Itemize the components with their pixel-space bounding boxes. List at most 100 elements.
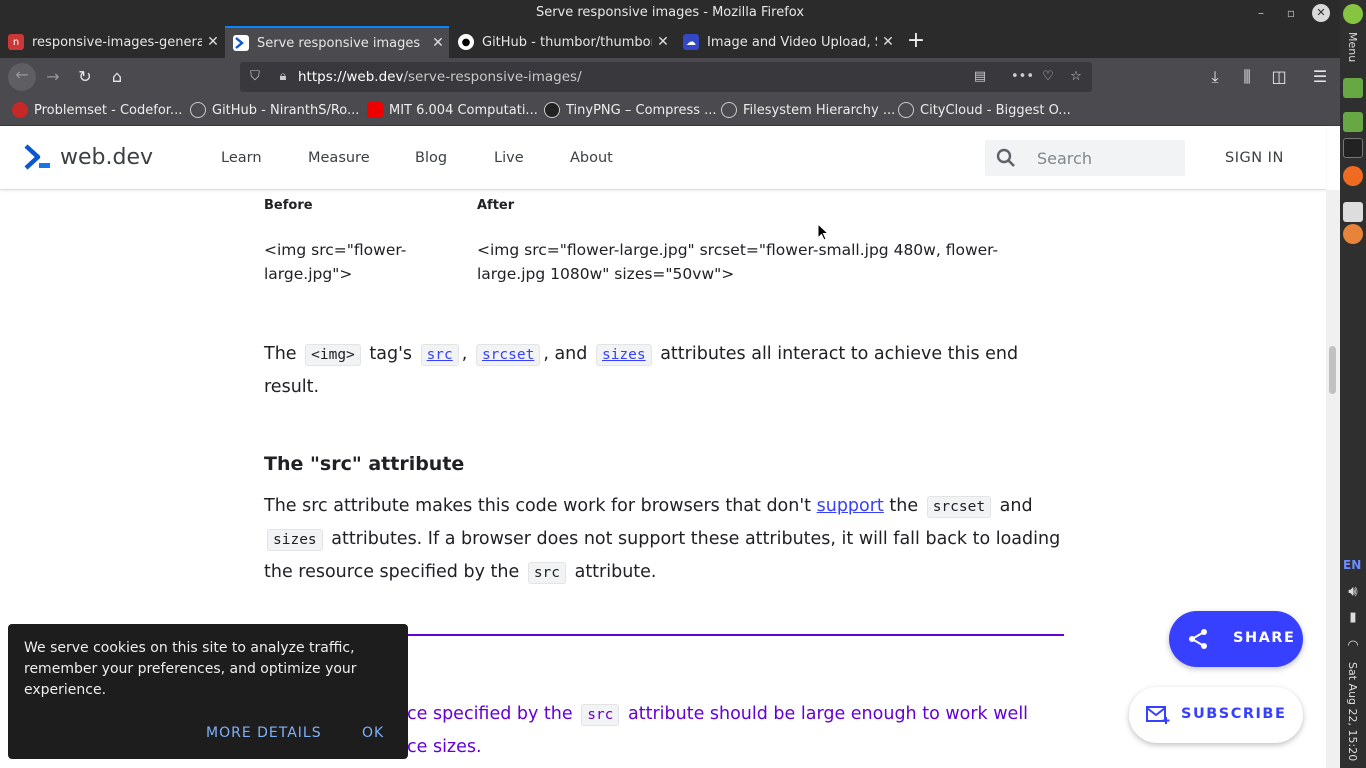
desktop-panel: Menu EN 🔊︎ ▮ ◠ Sat Aug 22, 15:20 [1340, 0, 1366, 768]
volume-icon[interactable]: 🔊︎ [1343, 582, 1363, 602]
site-header: web.dev Learn Measure Blog Live About Se… [0, 126, 1326, 190]
battery-icon[interactable]: ▮ [1343, 610, 1363, 630]
share-label: SHARE [1233, 630, 1296, 646]
home-button[interactable]: ⌂ [105, 65, 129, 89]
bookmark-mit-6004[interactable]: MIT 6.004 Computati... [367, 102, 538, 118]
window-list-icon[interactable] [1343, 202, 1363, 222]
paragraph-attributes: The <img> tag's src, srcset, and sizes a… [264, 344, 1019, 397]
share-button[interactable]: SHARE [1169, 611, 1303, 667]
close-window-icon[interactable]: ✕ [1312, 4, 1330, 22]
tab-close-icon[interactable]: ✕ [427, 35, 449, 51]
code-srcset: srcset [926, 496, 992, 518]
address-bar[interactable]: ⛉ 🔒︎ https://web.dev/serve-responsive-im… [240, 62, 1092, 92]
search-icon [996, 148, 1015, 167]
tab-close-icon[interactable]: ✕ [877, 34, 899, 50]
tab-label: GitHub - thumbor/thumbor [482, 34, 652, 50]
code-src: src [581, 704, 620, 726]
firefox-icon[interactable] [1343, 166, 1363, 186]
table-header-before: Before [264, 198, 313, 213]
shield-icon[interactable]: ⛉ [246, 68, 264, 86]
terminal-icon[interactable] [1343, 138, 1363, 158]
bookmark-github-niranths[interactable]: GitHub - NiranthS/Ro... [190, 102, 359, 118]
bookmark-label: MIT 6.004 Computati... [389, 102, 538, 118]
tab-responsive-images-generator[interactable]: n responsive-images-generat ✕ [0, 26, 224, 58]
pocket-icon[interactable]: ♡ [1039, 68, 1057, 86]
files-icon[interactable] [1343, 112, 1363, 132]
tab-image-video-upload[interactable]: ☁ Image and Video Upload, S ✕ [675, 26, 899, 58]
share-icon [1189, 629, 1207, 649]
downloads-icon[interactable]: ⤓ [1203, 65, 1227, 89]
nav-measure[interactable]: Measure [308, 150, 370, 166]
link-sizes[interactable]: sizes [595, 344, 652, 366]
webdev-logo[interactable]: web.dev [24, 144, 153, 170]
bookmark-label: Problemset - Codefor... [34, 102, 183, 118]
keyboard-layout[interactable]: EN [1343, 558, 1361, 572]
folder-icon[interactable] [1343, 78, 1363, 98]
table-header-after: After [477, 198, 515, 213]
support-link[interactable]: support [817, 496, 884, 516]
codeforces-icon [12, 102, 28, 118]
lock-icon[interactable]: 🔒︎ [274, 68, 292, 86]
search-input[interactable]: Search [985, 140, 1185, 176]
bookmarks-toolbar: Problemset - Codefor... GitHub - Niranth… [0, 96, 1340, 126]
tab-close-icon[interactable]: ✕ [652, 34, 674, 50]
code-sizes: sizes [267, 529, 323, 551]
scrollbar-thumb[interactable] [1329, 346, 1336, 394]
mail-icon [1146, 706, 1170, 724]
nav-live[interactable]: Live [494, 150, 524, 166]
bookmark-tinypng[interactable]: TinyPNG – Compress ... [544, 102, 717, 118]
maximize-icon[interactable]: ▫ [1282, 4, 1300, 22]
globe-icon [898, 102, 914, 118]
page-scrollbar[interactable] [1326, 190, 1340, 768]
tab-strip: n responsive-images-generat ✕ Serve resp… [0, 26, 1340, 58]
heading-src-attribute: The "src" attribute [264, 453, 465, 475]
webdev-icon [233, 35, 249, 51]
tab-close-icon[interactable]: ✕ [202, 34, 224, 50]
forward-button[interactable]: → [41, 65, 65, 89]
reload-button[interactable]: ↻ [73, 65, 97, 89]
nav-about[interactable]: About [570, 150, 613, 166]
bookmark-codeforces[interactable]: Problemset - Codefor... [12, 102, 182, 118]
sidebar-icon[interactable]: ◫ [1267, 65, 1291, 89]
more-details-button[interactable]: MORE DETAILS [206, 725, 322, 741]
window-title: Serve responsive images - Mozilla Firefo… [535, 5, 805, 20]
github-icon: ● [458, 34, 474, 50]
minimize-icon[interactable]: – [1252, 4, 1270, 22]
navigation-toolbar: ← → ↻ ⌂ ⛉ 🔒︎ https://web.dev/serve-respo… [0, 58, 1340, 96]
page-actions-icon[interactable]: ••• [1011, 68, 1034, 86]
link-src[interactable]: src [420, 344, 459, 366]
firefox-window-icon[interactable] [1343, 224, 1363, 244]
nav-learn[interactable]: Learn [221, 150, 262, 166]
code-img: <img> [305, 344, 361, 366]
window-titlebar: Serve responsive images - Mozilla Firefo… [0, 0, 1340, 26]
tinypng-icon [544, 102, 560, 118]
url-text[interactable]: https://web.dev/serve-responsive-images/ [298, 69, 582, 85]
youtube-icon [367, 102, 383, 118]
bookmark-star-icon[interactable]: ☆ [1067, 68, 1085, 86]
new-tab-button[interactable]: + [904, 30, 928, 54]
cookie-message: We serve cookies on this site to analyze… [24, 640, 357, 698]
mint-menu-icon[interactable] [1343, 4, 1363, 24]
bookmark-label: GitHub - NiranthS/Ro... [212, 102, 360, 118]
sign-in-button[interactable]: SIGN IN [1225, 150, 1284, 166]
cookie-banner: We serve cookies on this site to analyze… [8, 624, 408, 759]
reader-view-icon[interactable]: ▤ [971, 68, 989, 86]
library-icon[interactable]: ⫼ [1235, 65, 1259, 89]
table-cell-before: <img src="flower-large.jpg"> [264, 241, 407, 283]
hamburger-menu-icon[interactable]: ☰ [1308, 65, 1332, 89]
link-srcset[interactable]: srcset [475, 344, 541, 366]
bookmark-filesystem-hierarchy[interactable]: Filesystem Hierarchy ... [721, 102, 895, 118]
callout-divider [408, 634, 1064, 636]
bookmark-citycloud[interactable]: CityCloud - Biggest O... [898, 102, 1071, 118]
tab-serve-responsive-images[interactable]: Serve responsive images ✕ [225, 26, 449, 58]
subscribe-button[interactable]: SUBSCRIBE [1129, 687, 1303, 743]
cookie-ok-button[interactable]: OK [362, 725, 384, 741]
clock[interactable]: Sat Aug 22, 15:20 [1346, 662, 1359, 761]
tab-label: Serve responsive images [257, 35, 421, 51]
npm-icon: n [8, 34, 24, 50]
back-button[interactable]: ← [8, 63, 36, 91]
subscribe-label: SUBSCRIBE [1181, 706, 1287, 722]
wifi-icon[interactable]: ◠ [1343, 638, 1363, 658]
tab-github-thumbor[interactable]: ● GitHub - thumbor/thumbor ✕ [450, 26, 674, 58]
nav-blog[interactable]: Blog [415, 150, 447, 166]
